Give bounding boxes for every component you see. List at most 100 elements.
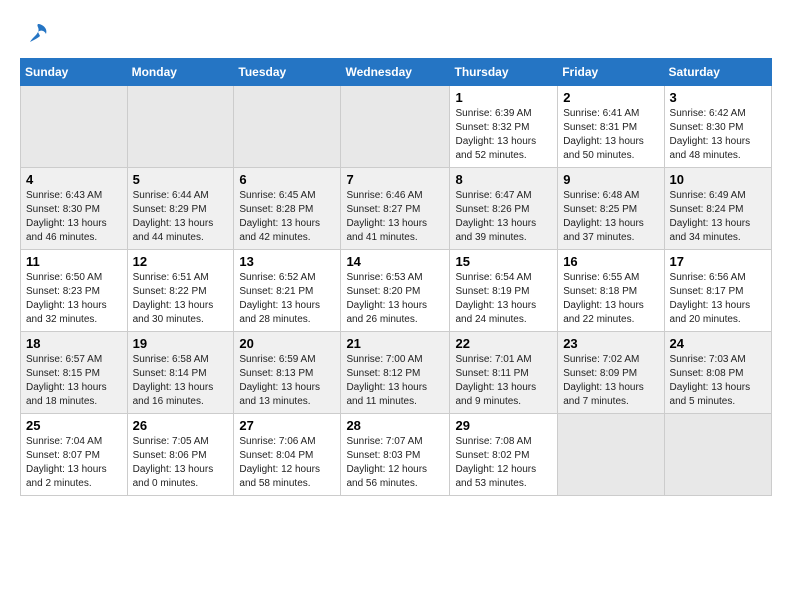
day-info: Sunrise: 6:44 AMSunset: 8:29 PMDaylight:…: [133, 189, 229, 245]
day-info: Sunrise: 6:47 AMSunset: 8:26 PMDaylight:…: [455, 189, 552, 245]
day-info: Sunrise: 6:43 AMSunset: 8:30 PMDaylight:…: [26, 189, 122, 245]
day-number: 12: [133, 254, 229, 269]
day-info: Sunrise: 6:53 AMSunset: 8:20 PMDaylight:…: [346, 271, 444, 327]
day-number: 9: [563, 172, 658, 187]
calendar-cell: 4Sunrise: 6:43 AMSunset: 8:30 PMDaylight…: [21, 168, 128, 250]
header-cell-saturday: Saturday: [664, 59, 771, 86]
day-number: 7: [346, 172, 444, 187]
day-number: 28: [346, 418, 444, 433]
calendar-cell: 11 Sunrise: 6:50 AMSunset: 8:23 PMDayligh…: [21, 250, 128, 332]
calendar-cell: 20 Sunrise: 6:59 AMSunset: 8:13 PMDayligh…: [234, 332, 341, 414]
day-number: 10: [670, 172, 766, 187]
day-info: Sunrise: 6:45 AMSunset: 8:28 PMDaylight:…: [239, 189, 335, 245]
day-number: 6: [239, 172, 335, 187]
day-info: Sunrise: 6:54 AMSunset: 8:19 PMDaylight:…: [455, 271, 552, 327]
day-number: 29: [455, 418, 552, 433]
day-number: 11: [26, 254, 122, 269]
day-info: Sunrise: 7:02 AMSunset: 8:09 PMDaylight:…: [563, 353, 658, 409]
day-info: Sunrise: 6:39 AMSunset: 8:32 PMDaylight:…: [455, 107, 552, 163]
day-number: 3: [670, 90, 766, 105]
day-number: 14: [346, 254, 444, 269]
day-info: Sunrise: 6:50 AMSunset: 8:23 PMDaylight:…: [26, 271, 122, 327]
day-info: Sunrise: 7:06 AMSunset: 8:04 PMDaylight:…: [239, 435, 335, 491]
week-row: 1 Sunrise: 6:39 AMSunset: 8:32 PMDaylight…: [21, 86, 772, 168]
calendar-cell: 22 Sunrise: 7:01 AMSunset: 8:11 PMDayligh…: [450, 332, 558, 414]
day-number: 13: [239, 254, 335, 269]
header-cell-thursday: Thursday: [450, 59, 558, 86]
day-info: Sunrise: 7:08 AMSunset: 8:02 PMDaylight:…: [455, 435, 552, 491]
calendar-cell: 25 Sunrise: 7:04 AMSunset: 8:07 PMDayligh…: [21, 414, 128, 496]
logo: [20, 20, 52, 48]
calendar-cell: [341, 86, 450, 168]
header-cell-sunday: Sunday: [21, 59, 128, 86]
calendar-cell: 9 Sunrise: 6:48 AMSunset: 8:25 PMDaylight…: [558, 168, 664, 250]
day-info: Sunrise: 7:05 AMSunset: 8:06 PMDaylight:…: [133, 435, 229, 491]
calendar-cell: 18Sunrise: 6:57 AMSunset: 8:15 PMDayligh…: [21, 332, 128, 414]
day-info: Sunrise: 6:57 AMSunset: 8:15 PMDaylight:…: [26, 353, 122, 409]
calendar-cell: [21, 86, 128, 168]
calendar-cell: 23 Sunrise: 7:02 AMSunset: 8:09 PMDayligh…: [558, 332, 664, 414]
calendar-cell: 1 Sunrise: 6:39 AMSunset: 8:32 PMDaylight…: [450, 86, 558, 168]
day-number: 21: [346, 336, 444, 351]
day-info: Sunrise: 7:03 AMSunset: 8:08 PMDaylight:…: [670, 353, 766, 409]
day-info: Sunrise: 6:59 AMSunset: 8:13 PMDaylight:…: [239, 353, 335, 409]
calendar-cell: 8 Sunrise: 6:47 AMSunset: 8:26 PMDaylight…: [450, 168, 558, 250]
calendar-cell: 10Sunrise: 6:49 AMSunset: 8:24 PMDayligh…: [664, 168, 771, 250]
calendar-cell: 21 Sunrise: 7:00 AMSunset: 8:12 PMDayligh…: [341, 332, 450, 414]
day-number: 1: [455, 90, 552, 105]
day-number: 20: [239, 336, 335, 351]
day-info: Sunrise: 6:48 AMSunset: 8:25 PMDaylight:…: [563, 189, 658, 245]
week-row: 11 Sunrise: 6:50 AMSunset: 8:23 PMDayligh…: [21, 250, 772, 332]
header-cell-friday: Friday: [558, 59, 664, 86]
day-number: 26: [133, 418, 229, 433]
week-row: 25 Sunrise: 7:04 AMSunset: 8:07 PMDayligh…: [21, 414, 772, 496]
day-info: Sunrise: 6:52 AMSunset: 8:21 PMDaylight:…: [239, 271, 335, 327]
day-info: Sunrise: 7:04 AMSunset: 8:07 PMDaylight:…: [26, 435, 122, 491]
day-info: Sunrise: 7:07 AMSunset: 8:03 PMDaylight:…: [346, 435, 444, 491]
day-info: Sunrise: 6:55 AMSunset: 8:18 PMDaylight:…: [563, 271, 658, 327]
calendar-cell: 16 Sunrise: 6:55 AMSunset: 8:18 PMDayligh…: [558, 250, 664, 332]
day-number: 8: [455, 172, 552, 187]
calendar-cell: 5 Sunrise: 6:44 AMSunset: 8:29 PMDaylight…: [127, 168, 234, 250]
day-info: Sunrise: 7:00 AMSunset: 8:12 PMDaylight:…: [346, 353, 444, 409]
header: [20, 16, 772, 48]
calendar-cell: 14 Sunrise: 6:53 AMSunset: 8:20 PMDayligh…: [341, 250, 450, 332]
day-number: 25: [26, 418, 122, 433]
day-number: 22: [455, 336, 552, 351]
calendar-table: SundayMondayTuesdayWednesdayThursdayFrid…: [20, 58, 772, 496]
calendar-cell: 12 Sunrise: 6:51 AMSunset: 8:22 PMDayligh…: [127, 250, 234, 332]
day-info: Sunrise: 6:58 AMSunset: 8:14 PMDaylight:…: [133, 353, 229, 409]
week-row: 18Sunrise: 6:57 AMSunset: 8:15 PMDayligh…: [21, 332, 772, 414]
week-row: 4Sunrise: 6:43 AMSunset: 8:30 PMDaylight…: [21, 168, 772, 250]
calendar-cell: [127, 86, 234, 168]
day-number: 2: [563, 90, 658, 105]
calendar-cell: 2 Sunrise: 6:41 AMSunset: 8:31 PMDaylight…: [558, 86, 664, 168]
day-number: 23: [563, 336, 658, 351]
day-info: Sunrise: 6:51 AMSunset: 8:22 PMDaylight:…: [133, 271, 229, 327]
day-number: 27: [239, 418, 335, 433]
day-number: 19: [133, 336, 229, 351]
calendar-cell: 15Sunrise: 6:54 AMSunset: 8:19 PMDayligh…: [450, 250, 558, 332]
day-number: 5: [133, 172, 229, 187]
day-info: Sunrise: 6:42 AMSunset: 8:30 PMDaylight:…: [670, 107, 766, 163]
logo-bird-icon: [24, 20, 52, 48]
day-number: 16: [563, 254, 658, 269]
header-cell-wednesday: Wednesday: [341, 59, 450, 86]
calendar-cell: [558, 414, 664, 496]
calendar-cell: 3 Sunrise: 6:42 AMSunset: 8:30 PMDaylight…: [664, 86, 771, 168]
calendar-cell: 13 Sunrise: 6:52 AMSunset: 8:21 PMDayligh…: [234, 250, 341, 332]
day-info: Sunrise: 7:01 AMSunset: 8:11 PMDaylight:…: [455, 353, 552, 409]
calendar-cell: 28 Sunrise: 7:07 AMSunset: 8:03 PMDayligh…: [341, 414, 450, 496]
calendar-cell: 17 Sunrise: 6:56 AMSunset: 8:17 PMDayligh…: [664, 250, 771, 332]
day-info: Sunrise: 6:41 AMSunset: 8:31 PMDaylight:…: [563, 107, 658, 163]
calendar-cell: 26 Sunrise: 7:05 AMSunset: 8:06 PMDayligh…: [127, 414, 234, 496]
day-info: Sunrise: 6:56 AMSunset: 8:17 PMDaylight:…: [670, 271, 766, 327]
calendar-cell: 24Sunrise: 7:03 AMSunset: 8:08 PMDayligh…: [664, 332, 771, 414]
calendar-cell: 6 Sunrise: 6:45 AMSunset: 8:28 PMDaylight…: [234, 168, 341, 250]
calendar-cell: 29 Sunrise: 7:08 AMSunset: 8:02 PMDayligh…: [450, 414, 558, 496]
header-cell-monday: Monday: [127, 59, 234, 86]
day-info: Sunrise: 6:46 AMSunset: 8:27 PMDaylight:…: [346, 189, 444, 245]
calendar-cell: 7 Sunrise: 6:46 AMSunset: 8:27 PMDaylight…: [341, 168, 450, 250]
day-number: 17: [670, 254, 766, 269]
header-cell-tuesday: Tuesday: [234, 59, 341, 86]
